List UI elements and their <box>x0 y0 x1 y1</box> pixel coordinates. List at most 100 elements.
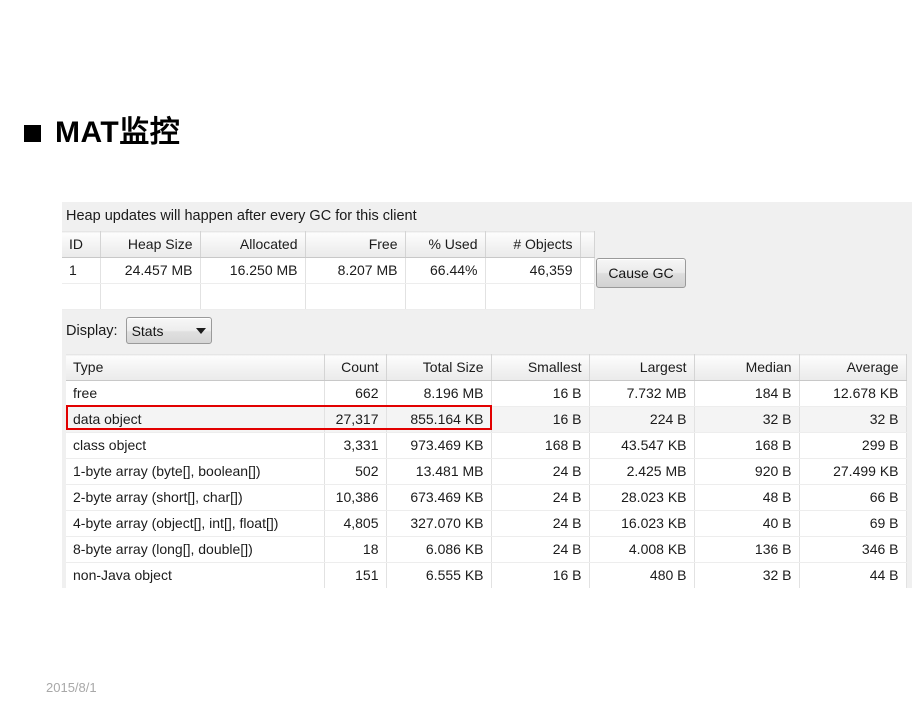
stats-cell-count: 151 <box>324 562 387 588</box>
stats-table-body: free 662 8.196 MB 16 B 7.732 MB 184 B 12.678 K… <box>66 380 907 588</box>
stats-cell-type: 8-byte array (long[], double[]) <box>66 536 325 563</box>
stats-col-total-size[interactable]: Total Size <box>386 354 492 381</box>
stats-cell-count: 3,331 <box>324 432 387 459</box>
stats-cell-total-size: 6.555 KB <box>386 562 492 588</box>
stats-cell-count: 18 <box>324 536 387 563</box>
chevron-down-icon <box>195 327 206 334</box>
table-row[interactable]: data object 27,317 855.164 KB 16 B 224 B 32 B… <box>66 406 907 433</box>
stats-cell-count: 27,317 <box>324 406 387 433</box>
stats-cell-average: 44 B <box>799 562 907 588</box>
heap-table-header-row: ID Heap Size Allocated Free % Used # Obj… <box>62 231 595 258</box>
mat-monitor-panel: Heap updates will happen after every GC … <box>62 202 912 588</box>
stats-cell-average: 346 B <box>799 536 907 563</box>
display-select-value: Stats <box>131 322 164 339</box>
table-row[interactable]: 1 24.457 MB 16.250 MB 8.207 MB 66.44% 46… <box>62 257 595 284</box>
heap-cell-objects: 46,359 <box>485 257 581 284</box>
stats-cell-largest: 28.023 KB <box>589 484 695 511</box>
table-row[interactable]: 1-byte array (byte[], boolean[]) 502 13.48… <box>66 458 907 485</box>
stats-cell-smallest: 168 B <box>491 432 590 459</box>
stats-col-median[interactable]: Median <box>694 354 800 381</box>
stats-cell-average: 299 B <box>799 432 907 459</box>
heap-col-id[interactable]: ID <box>62 231 101 258</box>
heap-empty-cell-4 <box>305 283 406 310</box>
heap-empty-cell-1 <box>62 283 101 310</box>
stats-cell-smallest: 24 B <box>491 484 590 511</box>
stats-cell-median: 32 B <box>694 406 800 433</box>
stats-cell-average: 27.499 KB <box>799 458 907 485</box>
stats-cell-count: 662 <box>324 380 387 407</box>
table-row-empty[interactable] <box>62 283 595 310</box>
stats-table: Type Count Total Size Smallest Largest M… <box>66 354 907 588</box>
stats-cell-total-size: 327.070 KB <box>386 510 492 537</box>
table-row[interactable]: free 662 8.196 MB 16 B 7.732 MB 184 B 12.678 K… <box>66 380 907 407</box>
heap-col-spacer <box>580 231 595 258</box>
heap-cell-spacer <box>580 257 595 284</box>
stats-col-smallest[interactable]: Smallest <box>491 354 590 381</box>
stats-cell-median: 32 B <box>694 562 800 588</box>
stats-cell-type: data object <box>66 406 325 433</box>
stats-cell-largest: 2.425 MB <box>589 458 695 485</box>
footer-date: 2015/8/1 <box>46 680 97 695</box>
stats-cell-smallest: 16 B <box>491 562 590 588</box>
cause-gc-button[interactable]: Cause GC <box>596 258 686 288</box>
stats-cell-count: 10,386 <box>324 484 387 511</box>
stats-cell-median: 168 B <box>694 432 800 459</box>
table-row[interactable]: class object 3,331 973.469 KB 168 B 43.547 K… <box>66 432 907 459</box>
stats-cell-average: 66 B <box>799 484 907 511</box>
stats-col-average[interactable]: Average <box>799 354 907 381</box>
page-title: MAT监控 <box>24 118 180 148</box>
stats-cell-smallest: 24 B <box>491 458 590 485</box>
stats-cell-median: 184 B <box>694 380 800 407</box>
stats-cell-total-size: 855.164 KB <box>386 406 492 433</box>
stats-cell-type: free <box>66 380 325 407</box>
stats-col-largest[interactable]: Largest <box>589 354 695 381</box>
stats-cell-median: 920 B <box>694 458 800 485</box>
stats-cell-total-size: 8.196 MB <box>386 380 492 407</box>
stats-cell-type: 2-byte array (short[], char[]) <box>66 484 325 511</box>
display-select[interactable]: Stats <box>125 317 212 344</box>
table-row[interactable]: 4-byte array (object[], int[], float[]) 4… <box>66 510 907 537</box>
stats-cell-total-size: 13.481 MB <box>386 458 492 485</box>
page-title-text: MAT监控 <box>55 116 181 149</box>
stats-cell-largest: 7.732 MB <box>589 380 695 407</box>
stats-cell-largest: 480 B <box>589 562 695 588</box>
stats-cell-total-size: 673.469 KB <box>386 484 492 511</box>
stats-cell-count: 4,805 <box>324 510 387 537</box>
heap-empty-cell-5 <box>405 283 486 310</box>
stats-cell-total-size: 973.469 KB <box>386 432 492 459</box>
stats-cell-total-size: 6.086 KB <box>386 536 492 563</box>
stats-col-type[interactable]: Type <box>66 354 325 381</box>
stats-table-header-row: Type Count Total Size Smallest Largest M… <box>66 354 907 381</box>
heap-col-free[interactable]: Free <box>305 231 406 258</box>
heap-empty-cell-2 <box>100 283 201 310</box>
heap-col-heap-size[interactable]: Heap Size <box>100 231 201 258</box>
stats-cell-median: 48 B <box>694 484 800 511</box>
heap-cell-heap-size: 24.457 MB <box>100 257 201 284</box>
table-row[interactable]: 2-byte array (short[], char[]) 10,386 673.… <box>66 484 907 511</box>
display-label: Display: <box>66 322 118 339</box>
stats-cell-smallest: 16 B <box>491 406 590 433</box>
heap-empty-cell-7 <box>580 283 595 310</box>
heap-summary-table: ID Heap Size Allocated Free % Used # Obj… <box>62 231 595 310</box>
stats-cell-largest: 16.023 KB <box>589 510 695 537</box>
stats-table-wrapper: Type Count Total Size Smallest Largest M… <box>66 354 907 588</box>
table-row[interactable]: 8-byte array (long[], double[]) 18 6.086 K… <box>66 536 907 563</box>
stats-cell-type: class object <box>66 432 325 459</box>
stats-cell-type: 4-byte array (object[], int[], float[]) <box>66 510 325 537</box>
heap-cell-id: 1 <box>62 257 101 284</box>
heap-col-objects[interactable]: # Objects <box>485 231 581 258</box>
table-row[interactable]: non-Java object 151 6.555 KB 16 B 480 B 32 B4… <box>66 562 907 588</box>
heap-empty-cell-6 <box>485 283 581 310</box>
heap-empty-cell-3 <box>200 283 306 310</box>
stats-cell-median: 40 B <box>694 510 800 537</box>
stats-cell-smallest: 16 B <box>491 380 590 407</box>
heap-col-allocated[interactable]: Allocated <box>200 231 306 258</box>
stats-cell-average: 12.678 KB <box>799 380 907 407</box>
heap-cell-percent-used: 66.44% <box>405 257 486 284</box>
stats-cell-average: 69 B <box>799 510 907 537</box>
heap-update-note: Heap updates will happen after every GC … <box>66 208 417 224</box>
heap-col-percent-used[interactable]: % Used <box>405 231 486 258</box>
stats-col-count[interactable]: Count <box>324 354 387 381</box>
display-control-row: Display: Stats <box>66 317 212 344</box>
stats-cell-type: non-Java object <box>66 562 325 588</box>
